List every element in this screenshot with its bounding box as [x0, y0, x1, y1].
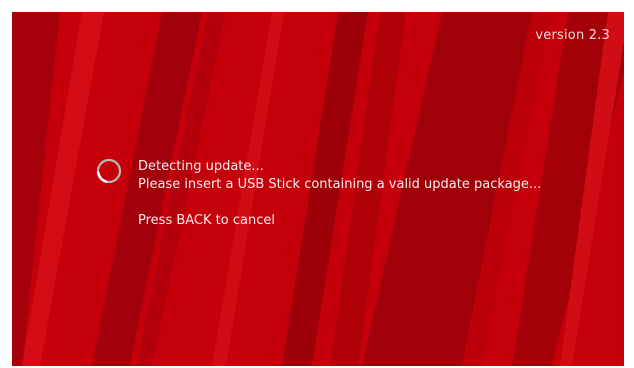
cancel-hint-text: Press BACK to cancel [138, 213, 275, 228]
update-status: Detecting update... Please insert a USB … [96, 158, 541, 230]
screen-frame: version 2.3 Detecting update... Please i… [0, 0, 634, 368]
version-label: version 2.3 [535, 28, 610, 43]
status-messages: Detecting update... Please insert a USB … [138, 158, 541, 230]
detecting-update-text: Detecting update... [138, 159, 264, 174]
loading-spinner-icon [96, 158, 122, 184]
update-screen: version 2.3 Detecting update... Please i… [12, 12, 624, 366]
insert-usb-text: Please insert a USB Stick containing a v… [138, 177, 542, 192]
